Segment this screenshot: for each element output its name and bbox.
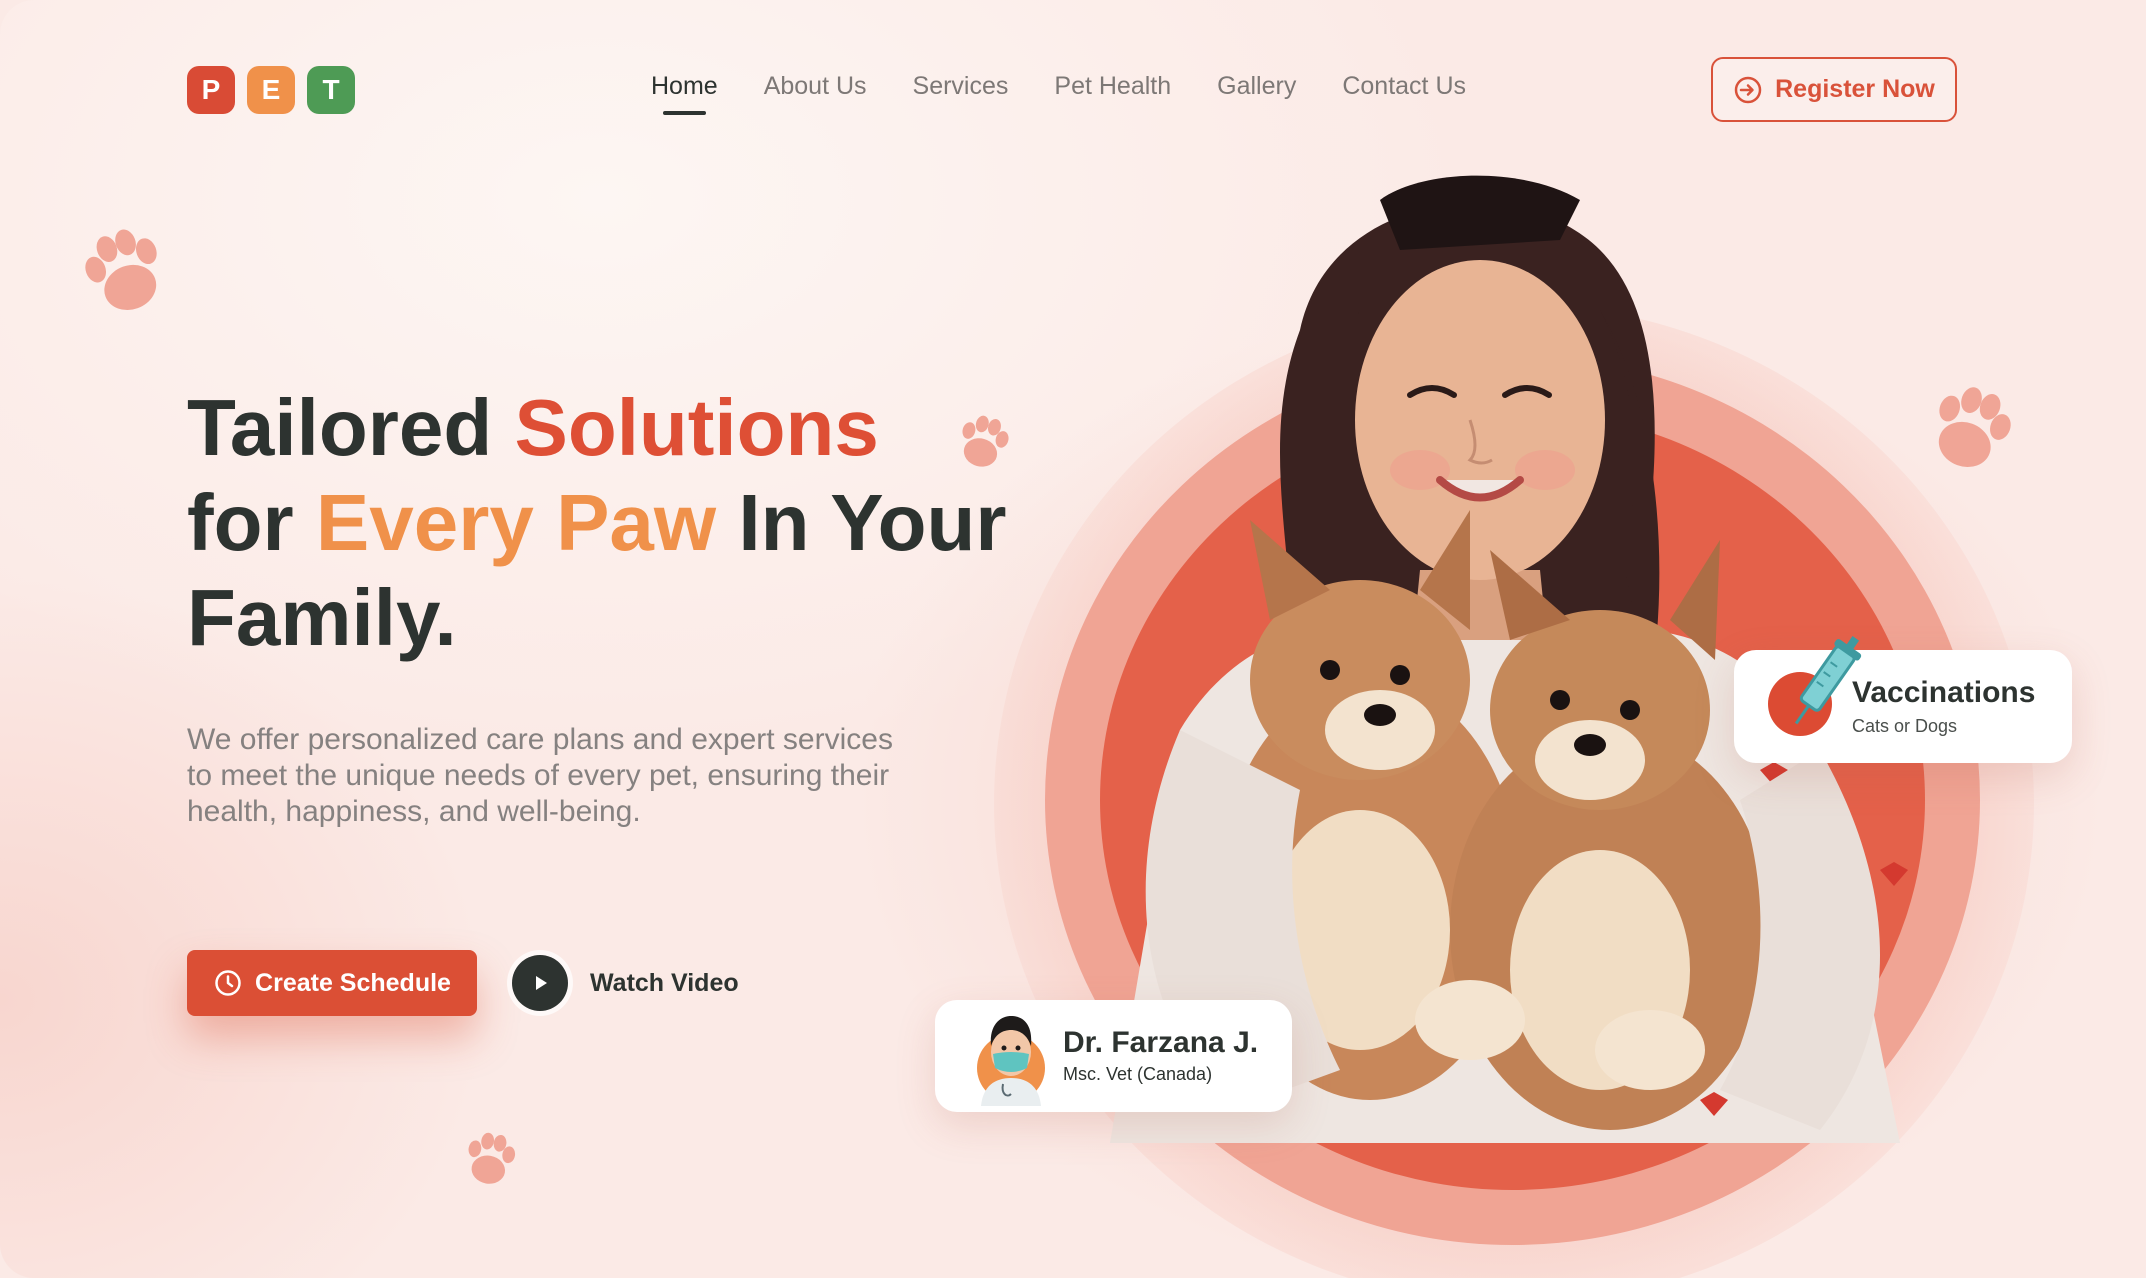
watch-video-label: Watch Video	[590, 968, 739, 997]
hero-title-text: Tailored	[187, 383, 515, 472]
logo[interactable]: P E T	[187, 66, 355, 114]
landing-page: P E T Home About Us Services Pet Health …	[0, 0, 2146, 1278]
register-now-label: Register Now	[1775, 75, 1935, 103]
vaccinations-title: Vaccinations	[1852, 676, 2036, 709]
nav-services[interactable]: Services	[913, 72, 1009, 101]
hero-description: We offer personalized care plans and exp…	[187, 723, 893, 828]
syringe-icon	[1768, 636, 1862, 736]
hero-title-text: for	[187, 478, 316, 567]
nav-about-us[interactable]: About Us	[764, 72, 867, 101]
vaccinations-card[interactable]: Vaccinations Cats or Dogs	[1734, 636, 2072, 763]
login-arrow-icon	[1734, 76, 1762, 103]
create-schedule-label: Create Schedule	[255, 968, 451, 997]
main-nav: Home About Us Services Pet Health Galler…	[651, 72, 1466, 115]
doctor-avatar	[977, 1016, 1045, 1106]
doctor-name: Dr. Farzana J.	[1063, 1026, 1259, 1059]
paw-print-icon	[85, 229, 157, 311]
hero-title-text: Family.	[187, 573, 457, 662]
hero-title-highlight-solutions: Solutions	[514, 383, 879, 472]
nav-home[interactable]: Home	[651, 72, 718, 115]
hero-title: Tailored Solutions for Every Paw In Your…	[187, 380, 1047, 665]
nav-gallery[interactable]: Gallery	[1217, 72, 1296, 101]
vaccinations-subtitle: Cats or Dogs	[1852, 716, 1958, 736]
play-icon	[512, 955, 568, 1011]
clock-icon	[215, 970, 241, 996]
paw-print-icon	[468, 1132, 516, 1184]
hero-title-highlight-every-paw: Every Paw	[315, 478, 717, 567]
logo-letter-t: T	[307, 66, 355, 114]
create-schedule-button[interactable]: Create Schedule	[187, 950, 477, 1016]
logo-letter-e: E	[247, 66, 295, 114]
watch-video-button[interactable]: Watch Video	[512, 955, 739, 1011]
nav-pet-health[interactable]: Pet Health	[1054, 72, 1171, 101]
doctor-credentials: Msc. Vet (Canada)	[1063, 1064, 1213, 1084]
nav-contact-us[interactable]: Contact Us	[1342, 72, 1466, 101]
doctor-card[interactable]: Dr. Farzana J. Msc. Vet (Canada)	[935, 1000, 1292, 1112]
register-now-button[interactable]: Register Now	[1711, 57, 1957, 122]
hero-title-text: In Your	[716, 478, 1007, 567]
logo-letter-p: P	[187, 66, 235, 114]
